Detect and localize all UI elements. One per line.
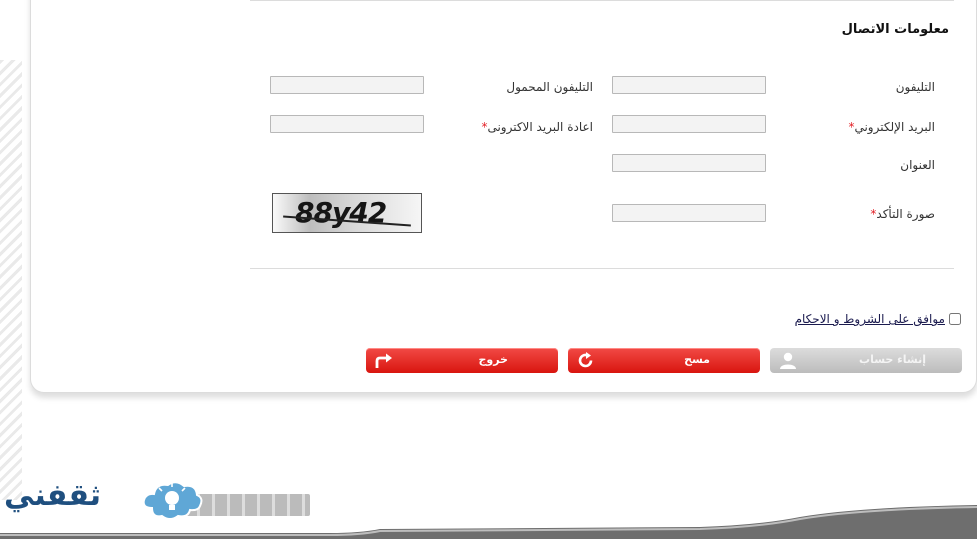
terms-link[interactable]: موافق على الشروط و الاحكام bbox=[795, 312, 945, 326]
left-decoration bbox=[0, 60, 22, 500]
create-account-button[interactable]: إنشاء حساب bbox=[770, 348, 962, 373]
mobile-label-text: التليفون المحمول bbox=[506, 80, 593, 94]
clear-label: مسح bbox=[684, 353, 710, 366]
address-label-text: العنوان bbox=[900, 158, 935, 172]
exit-label: خروج bbox=[478, 353, 508, 366]
mobile-label: التليفون المحمول bbox=[506, 80, 593, 94]
email-confirm-label-text: اعادة البريد الاكترونى bbox=[487, 120, 593, 134]
email-confirm-label: اعادة البريد الاكترونى* bbox=[481, 120, 593, 134]
mobile-input[interactable] bbox=[270, 76, 424, 94]
exit-button[interactable]: خروج bbox=[366, 348, 558, 373]
refresh-icon bbox=[578, 352, 593, 368]
arrow-forward-icon bbox=[375, 353, 392, 368]
captcha-text: 88y42 bbox=[295, 196, 387, 229]
create-account-label: إنشاء حساب bbox=[859, 353, 926, 366]
captcha-input[interactable] bbox=[612, 204, 766, 222]
phone-label-text: التليفون bbox=[895, 80, 935, 94]
address-input[interactable] bbox=[612, 154, 766, 172]
captcha-label: صورة التأكد* bbox=[870, 207, 935, 221]
phone-input[interactable] bbox=[612, 76, 766, 94]
watermark-logo: ثقفني bbox=[0, 478, 320, 526]
watermark-text: ثقفني bbox=[4, 478, 102, 513]
email-label: البريد الإلكتروني* bbox=[848, 120, 935, 134]
section-title: معلومات الاتصال bbox=[841, 22, 949, 37]
captcha-image: 88y42 bbox=[272, 193, 422, 233]
email-input[interactable] bbox=[612, 115, 766, 133]
email-confirm-input[interactable] bbox=[270, 115, 424, 133]
captcha-label-text: صورة التأكد bbox=[876, 207, 935, 221]
bottom-divider bbox=[250, 268, 954, 269]
lightbulb-icon bbox=[142, 481, 203, 520]
address-label: العنوان bbox=[900, 158, 935, 172]
form-panel bbox=[30, 0, 977, 393]
email-label-text: البريد الإلكتروني bbox=[854, 120, 935, 134]
terms-row: موافق على الشروط و الاحكام bbox=[795, 312, 961, 326]
top-divider bbox=[250, 0, 954, 1]
terms-checkbox[interactable] bbox=[949, 313, 961, 325]
clear-button[interactable]: مسح bbox=[568, 348, 760, 373]
phone-label: التليفون bbox=[896, 80, 935, 94]
user-icon bbox=[780, 352, 796, 369]
